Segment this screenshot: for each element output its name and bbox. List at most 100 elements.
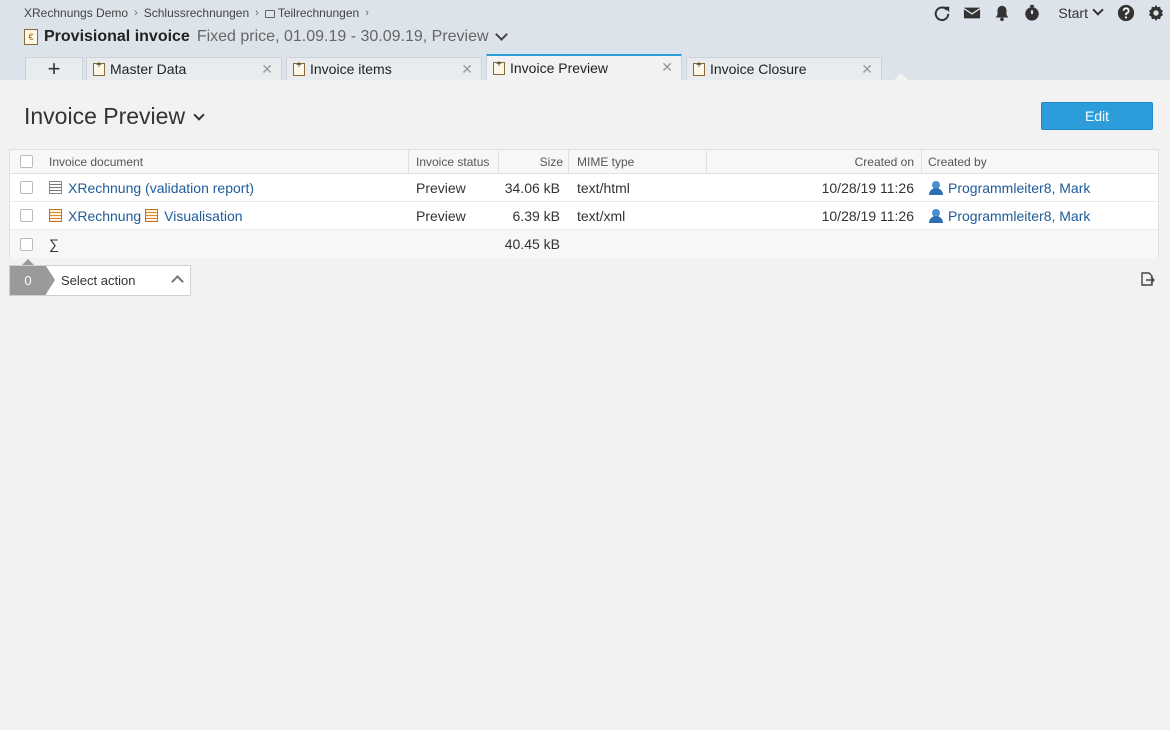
visualisation-link[interactable]: Visualisation	[164, 208, 242, 224]
breadcrumb: XRechnungs Demo › Schlussrechnungen › Te…	[24, 6, 369, 20]
document-icon	[93, 60, 105, 76]
column-header-created-by[interactable]: Created by	[928, 150, 987, 173]
document-link[interactable]: XRechnung (validation report)	[68, 180, 254, 196]
status-cell: Preview	[416, 207, 466, 224]
column-divider	[568, 150, 569, 174]
breadcrumb-separator: ›	[134, 7, 138, 19]
record-title: € Provisional invoice Fixed price, 01.09…	[24, 27, 508, 46]
mime-cell: text/html	[577, 179, 630, 196]
document-icon	[293, 60, 305, 76]
document-icon	[493, 59, 505, 75]
tab-overflow-caret	[894, 73, 908, 80]
table-row[interactable]: XRechnung Visualisation Preview 6.39 kB …	[10, 202, 1158, 230]
column-divider	[706, 150, 707, 174]
document-icon	[693, 60, 705, 76]
created-on-cell: 10/28/19 11:26	[821, 207, 914, 224]
invoice-documents-table: Invoice document Invoice status Size MIM…	[9, 149, 1159, 258]
breadcrumb-label: Teilrechnungen	[277, 6, 360, 20]
document-cell: XRechnung Visualisation	[49, 202, 243, 229]
column-divider	[498, 150, 499, 174]
app-header: XRechnungs Demo › Schlussrechnungen › Te…	[0, 0, 1170, 81]
tab-label: Master Data	[110, 61, 187, 77]
export-icon[interactable]	[1139, 271, 1155, 287]
tab-master-data[interactable]: Master Data ✕	[86, 57, 282, 80]
edit-button[interactable]: Edit	[1041, 102, 1153, 130]
close-icon[interactable]: ✕	[461, 61, 473, 78]
xml-file-icon	[145, 209, 159, 222]
column-divider	[921, 150, 922, 174]
sum-row: ∑ 40.45 kB	[10, 230, 1158, 258]
row-checkbox[interactable]	[20, 174, 33, 201]
tab-label: Invoice Closure	[710, 61, 807, 77]
chevron-down-icon	[1092, 4, 1104, 16]
page-title-label: Invoice Preview	[24, 103, 186, 129]
close-icon[interactable]: ✕	[661, 59, 673, 76]
select-action-label: Select action	[61, 273, 136, 288]
breadcrumb-item-teilrechnungen[interactable]: Teilrechnungen	[264, 6, 360, 20]
checkbox[interactable]	[20, 237, 33, 251]
toolbar: Start	[922, 3, 1170, 23]
document-link[interactable]: XRechnung	[68, 208, 141, 224]
selected-count-badge: 0	[10, 266, 55, 295]
sum-icon: ∑	[49, 236, 59, 252]
column-divider	[408, 150, 409, 174]
select-all-checkbox[interactable]	[20, 150, 33, 173]
tab-label: Invoice items	[310, 61, 392, 77]
row-checkbox[interactable]	[20, 230, 33, 258]
close-icon[interactable]: ✕	[861, 61, 873, 78]
bell-icon[interactable]	[992, 3, 1012, 23]
created-by-cell: Programmleiter8, Mark	[929, 202, 1090, 229]
user-link[interactable]: Programmleiter8, Mark	[948, 180, 1090, 196]
column-header-size[interactable]: Size	[500, 150, 563, 173]
checkbox[interactable]	[20, 209, 33, 222]
user-link[interactable]: Programmleiter8, Mark	[948, 208, 1090, 224]
table-header: Invoice document Invoice status Size MIM…	[10, 150, 1158, 174]
start-menu-label: Start	[1058, 5, 1088, 21]
user-icon	[929, 208, 943, 223]
breadcrumb-separator: ›	[255, 7, 259, 19]
html-file-icon	[49, 181, 62, 194]
size-cell: 34.06 kB	[504, 179, 560, 196]
status-cell: Preview	[416, 179, 466, 196]
xml-file-icon	[49, 209, 62, 222]
column-header-document[interactable]: Invoice document	[49, 150, 143, 173]
tab-invoice-preview[interactable]: Invoice Preview ✕	[486, 54, 682, 80]
chevron-down-icon[interactable]	[494, 27, 508, 41]
chevron-up-icon	[171, 275, 184, 288]
document-cell: XRechnung (validation report)	[49, 174, 254, 201]
stopwatch-icon[interactable]	[1022, 3, 1042, 23]
breadcrumb-item-xrechnungs-demo[interactable]: XRechnungs Demo	[24, 6, 128, 20]
close-icon[interactable]: ✕	[261, 61, 273, 78]
mime-cell: text/xml	[577, 207, 626, 224]
tab-label: Invoice Preview	[510, 60, 609, 76]
column-header-status[interactable]: Invoice status	[416, 150, 489, 173]
row-checkbox[interactable]	[20, 202, 33, 229]
table-row[interactable]: XRechnung (validation report) Preview 34…	[10, 174, 1158, 202]
add-tab-button[interactable]: +	[25, 56, 83, 81]
action-selector[interactable]: 0 Select action	[9, 265, 191, 296]
help-icon[interactable]	[1116, 3, 1136, 23]
tab-invoice-items[interactable]: Invoice items ✕	[286, 57, 482, 80]
record-title-main: Provisional invoice	[44, 28, 190, 45]
user-icon	[929, 180, 943, 195]
chevron-down-icon	[193, 108, 205, 121]
breadcrumb-item-schlussrechnungen[interactable]: Schlussrechnungen	[144, 6, 249, 20]
refresh-icon[interactable]	[932, 3, 952, 23]
created-on-cell: 10/28/19 11:26	[821, 179, 914, 196]
checkbox[interactable]	[20, 155, 33, 168]
checkbox[interactable]	[20, 181, 33, 194]
tab-invoice-closure[interactable]: Invoice Closure ✕	[686, 57, 882, 80]
column-header-mime[interactable]: MIME type	[577, 150, 634, 173]
folder-icon	[264, 10, 275, 18]
record-title-subtitle: Fixed price, 01.09.19 - 30.09.19, Previe…	[196, 28, 489, 45]
start-menu[interactable]: Start	[1058, 4, 1104, 21]
created-by-cell: Programmleiter8, Mark	[929, 174, 1090, 201]
size-cell: 6.39 kB	[512, 207, 560, 224]
column-header-created-on[interactable]: Created on	[710, 150, 914, 173]
sum-size-cell: 40.45 kB	[504, 236, 560, 252]
mail-icon[interactable]	[962, 3, 982, 23]
page-title[interactable]: Invoice Preview	[24, 103, 205, 130]
gear-icon[interactable]	[1146, 3, 1166, 23]
invoice-icon: €	[24, 29, 38, 45]
breadcrumb-separator: ›	[365, 7, 369, 19]
